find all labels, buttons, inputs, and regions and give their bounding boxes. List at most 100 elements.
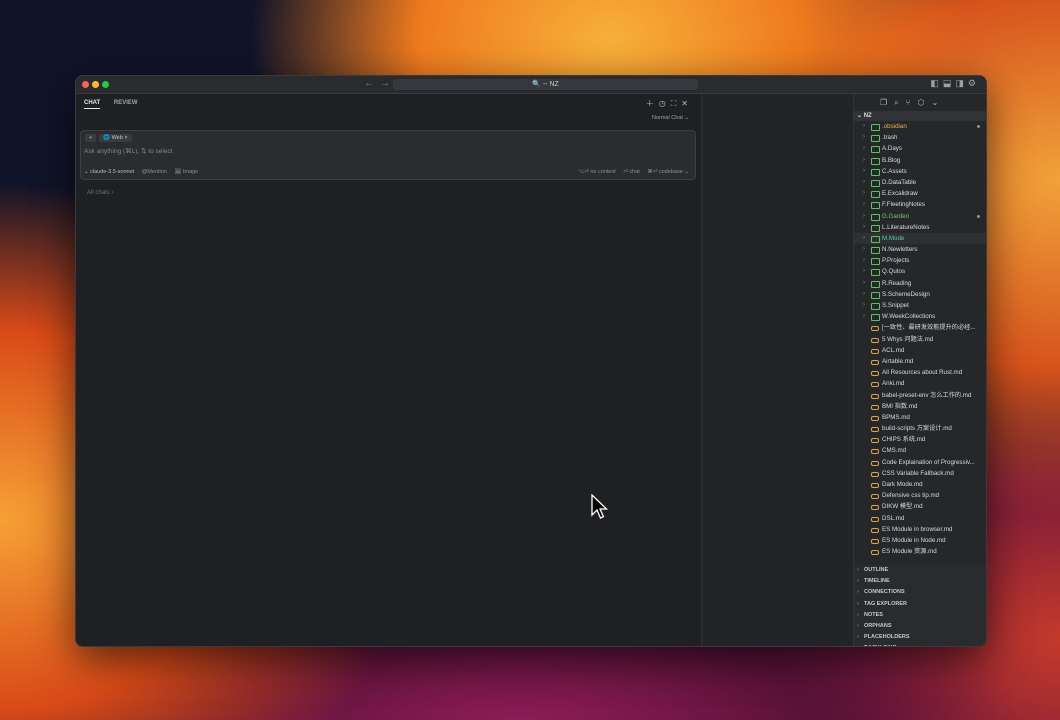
file-icon xyxy=(871,550,879,556)
web-chip[interactable]: 🌐 Web × xyxy=(99,134,132,142)
folder-item[interactable]: › .obsidian xyxy=(854,121,986,132)
file-icon xyxy=(871,516,879,522)
file-item[interactable]: babel-preset-env 怎么工作的.md xyxy=(854,390,986,401)
file-item[interactable]: [一致性、最研发效能提升的必经... xyxy=(854,322,986,333)
chat-mode-select[interactable]: Normal Chat ⌄ xyxy=(652,115,689,121)
file-item[interactable]: DIKW 模型.md xyxy=(854,501,986,512)
add-context-icon[interactable]: + xyxy=(85,134,97,142)
folder-item[interactable]: › B.Blog xyxy=(854,155,986,166)
folder-item[interactable]: › S.Snippet xyxy=(854,300,986,311)
mention-button[interactable]: @Mention xyxy=(142,169,167,175)
file-item[interactable]: CMS.md xyxy=(854,445,986,456)
history-icon[interactable]: ◷ xyxy=(659,99,671,108)
chat-submit-button[interactable]: ⏎ chat xyxy=(623,169,640,175)
status-dot xyxy=(977,125,980,128)
file-item[interactable]: Anki.md xyxy=(854,378,986,389)
file-item[interactable]: Defensive css tip.md xyxy=(854,490,986,501)
folder-item[interactable]: › F.FleetingNotes xyxy=(854,199,986,210)
codebase-button[interactable]: ⌘⏎ codebase ⌄ xyxy=(647,169,689,175)
file-label: Anki.md xyxy=(882,380,905,388)
folder-item[interactable]: › .trash xyxy=(854,132,986,143)
file-item[interactable]: Dark Mode.md xyxy=(854,479,986,490)
search-icon[interactable]: ⌕ xyxy=(894,98,905,107)
sidebar-section-header[interactable]: BACKLINKS xyxy=(854,643,986,646)
file-item[interactable]: ES Module 资源.md xyxy=(854,546,986,557)
app-window: ←→ 🔍 -- NZ ◧⬓◨⚙ CHAT REVIEW ＋◷⛶✕ Normal … xyxy=(75,75,987,647)
chat-input[interactable]: Ask anything (⌘L), ⇅ to select xyxy=(84,147,173,155)
sidebar-section-header[interactable]: ORPHANS xyxy=(854,620,986,632)
file-item[interactable]: ACL.md xyxy=(854,345,986,356)
folder-icon xyxy=(871,213,880,221)
context-chips: + 🌐 Web × xyxy=(85,134,135,142)
file-icon xyxy=(871,359,879,365)
nav-arrows: ←→ xyxy=(364,78,396,89)
folder-item[interactable]: › D.DataTable xyxy=(854,177,986,188)
file-item[interactable]: DSL.md xyxy=(854,513,986,524)
editor-empty-pane xyxy=(701,94,854,646)
file-item[interactable]: CHIPS 系统.md xyxy=(854,434,986,445)
image-button[interactable]: 🖼 Image xyxy=(174,169,198,175)
close-window-button[interactable] xyxy=(82,81,89,88)
folder-icon xyxy=(871,303,880,310)
close-icon[interactable]: ✕ xyxy=(681,99,693,108)
back-arrow-icon[interactable]: ← xyxy=(364,78,380,89)
file-item[interactable]: Code Explaination of Progressiv... xyxy=(854,457,986,468)
expand-icon[interactable]: ⛶ xyxy=(671,99,682,108)
file-item[interactable]: CSS Variable Fallback.md xyxy=(854,468,986,479)
minimize-window-button[interactable] xyxy=(92,81,99,88)
new-chat-icon[interactable]: ＋ xyxy=(646,99,659,108)
file-item[interactable]: All Resources about Rust.md xyxy=(854,367,986,378)
sidebar-section-header[interactable]: NOTES xyxy=(854,609,986,621)
sidebar-section-header[interactable]: OUTLINE xyxy=(854,565,986,576)
vault-name: NZ xyxy=(863,113,872,119)
folder-item[interactable]: › E.Excalidraw xyxy=(854,188,986,199)
folder-item[interactable]: › R.Reading xyxy=(854,278,986,289)
folder-label: C.Assets xyxy=(882,167,907,175)
folder-item[interactable]: › L.LiteratureNotes xyxy=(854,222,986,233)
tab-chat[interactable]: CHAT xyxy=(84,100,101,109)
folder-icon xyxy=(871,179,880,187)
file-item[interactable]: ES Module in Node.md xyxy=(854,535,986,546)
git-branch-icon[interactable]: ⑂ xyxy=(906,98,918,107)
sidebar-section-header[interactable]: CONNECTIONS xyxy=(854,587,986,599)
file-item[interactable]: BPMS.md xyxy=(854,412,986,423)
layout-toggles: ◧⬓◨⚙ xyxy=(930,78,980,89)
model-select[interactable]: ⌄ claude-3.5-sonnet xyxy=(84,169,134,175)
file-item[interactable]: Airtable.md xyxy=(854,356,986,367)
all-chats-link[interactable]: All chats › xyxy=(87,190,113,196)
title-bar: ←→ 🔍 -- NZ ◧⬓◨⚙ xyxy=(76,76,986,94)
chat-composer[interactable]: + 🌐 Web × Ask anything (⌘L), ⇅ to select … xyxy=(80,130,696,180)
folder-item[interactable]: › N.Newletters xyxy=(854,244,986,255)
command-search-bar[interactable]: 🔍 -- NZ xyxy=(393,79,698,90)
folder-item[interactable]: › G.Garden xyxy=(854,211,986,222)
sidebar-section-header[interactable]: TIMELINE xyxy=(854,576,986,588)
sidebar-section-header[interactable]: TAG EXPLORER xyxy=(854,598,986,610)
file-item[interactable]: ES Module in browser.md xyxy=(854,524,986,535)
files-icon[interactable]: ❐ xyxy=(880,98,894,107)
zoom-window-button[interactable] xyxy=(102,81,109,88)
extensions-icon[interactable]: ⬡ xyxy=(917,98,931,107)
no-context-button[interactable]: ⌥⏎ no context xyxy=(578,169,616,175)
folder-item[interactable]: › A.Days xyxy=(854,143,986,154)
status-dot xyxy=(977,214,980,218)
chevron-down-icon[interactable]: ⌄ xyxy=(931,98,945,107)
file-item[interactable]: build-scripts 方案设计.md xyxy=(854,423,986,434)
vault-header[interactable]: ⌄ NZ xyxy=(854,111,986,121)
file-item[interactable]: BMI 指数.md xyxy=(854,401,986,412)
customize-layout-icon[interactable]: ⚙ xyxy=(968,78,980,88)
sidebar-section-header[interactable]: PLACEHOLDERS xyxy=(854,632,986,644)
folder-item[interactable]: › C.Assets xyxy=(854,166,986,177)
chat-actions: ＋◷⛶✕ xyxy=(646,98,693,109)
toggle-panel-icon[interactable]: ⬓ xyxy=(943,78,956,88)
folder-item[interactable]: › S.SchemeDesign xyxy=(854,289,986,300)
folder-item[interactable]: › Q.Qutos xyxy=(854,266,986,277)
folder-item[interactable]: › M.Mode xyxy=(854,232,986,245)
toggle-right-sidebar-icon[interactable]: ◨ xyxy=(955,78,968,88)
file-label: [一致性、最研发效能提升的必经... xyxy=(882,324,976,332)
folder-item[interactable]: › W.WeekCollections xyxy=(854,311,986,322)
file-item[interactable]: 5 Whys 问题法.md xyxy=(854,334,986,345)
folder-label: D.DataTable xyxy=(882,178,917,186)
toggle-left-sidebar-icon[interactable]: ◧ xyxy=(930,78,943,88)
tab-review[interactable]: REVIEW xyxy=(114,100,138,106)
folder-item[interactable]: › P.Projects xyxy=(854,255,986,266)
